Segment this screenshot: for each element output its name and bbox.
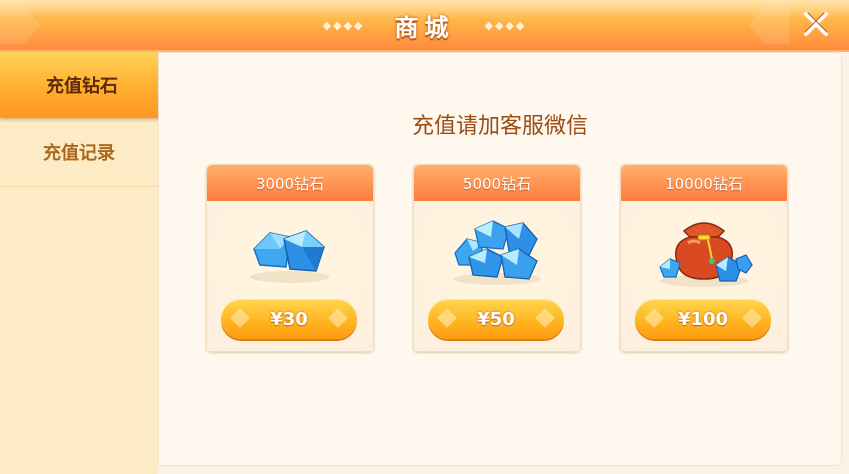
tab-recharge-diamonds[interactable]: 充值钻石 [0, 52, 164, 118]
header-bar: ◆◆◆◆ 商城 ◆◆◆◆ [0, 0, 849, 52]
card-title: 10000钻石 [621, 165, 787, 201]
price-button-50[interactable]: ¥50 [428, 299, 564, 339]
price-label: ¥50 [477, 308, 515, 330]
diamond-heap-icon [453, 220, 541, 285]
card-body: ¥50 [414, 201, 580, 351]
price-button-30[interactable]: ¥30 [221, 299, 357, 339]
title-left-diamonds: ◆◆◆◆ [322, 18, 365, 32]
close-button[interactable] [797, 5, 835, 43]
product-card-3000: 3000钻石 ¥30 [206, 164, 374, 352]
price-label: ¥30 [270, 308, 308, 330]
tab-recharge-records[interactable]: 充值记录 [0, 118, 158, 187]
title-right-diamonds: ◆◆◆◆ [484, 18, 527, 32]
contact-heading: 充值请加客服微信 [411, 114, 588, 139]
card-title: 3000钻石 [207, 165, 373, 201]
title-group: ◆◆◆◆ 商城 ◆◆◆◆ [300, 8, 549, 42]
tab-label: 充值钻石 [46, 76, 118, 97]
header-right-decoration [749, 6, 789, 44]
diamond-pile-icon [250, 230, 330, 283]
main-panel: 充值请加客服微信 3000钻石 ¥30 5000钻石 ¥50 10000钻石 ¥… [158, 52, 842, 466]
price-label: ¥100 [677, 308, 729, 330]
sidebar: 充值钻石 充值记录 [0, 52, 164, 474]
money-bag-icon [659, 222, 753, 287]
product-card-5000: 5000钻石 ¥50 [413, 164, 581, 352]
close-icon [804, 12, 828, 36]
price-button-100[interactable]: ¥100 [635, 299, 771, 339]
tab-label: 充值记录 [43, 143, 115, 164]
product-card-10000: 10000钻石 ¥100 [620, 164, 788, 352]
card-body: ¥30 [207, 201, 373, 351]
card-body: ¥100 [621, 201, 787, 351]
card-title: 5000钻石 [414, 165, 580, 201]
page-title: 商城 [394, 13, 455, 42]
header-left-decoration [0, 6, 40, 44]
